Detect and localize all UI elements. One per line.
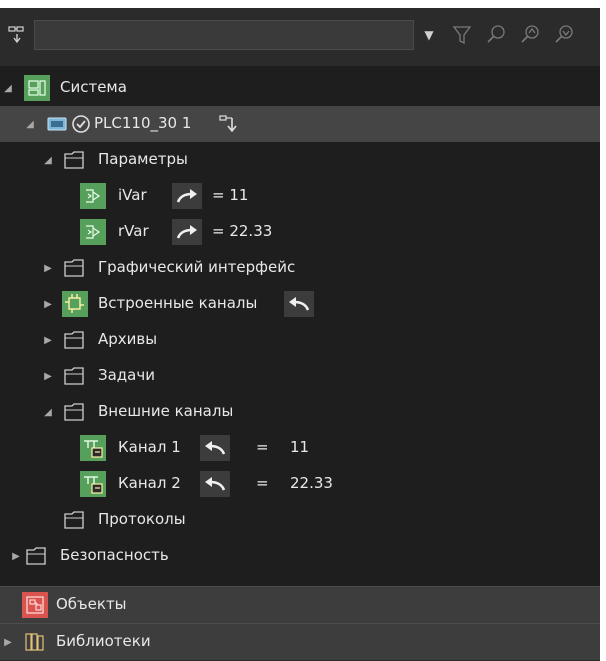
tree-label: Параметры bbox=[98, 150, 188, 168]
collapsed-arrow-icon[interactable]: ▶ bbox=[2, 636, 14, 648]
tree-label: Протоколы bbox=[98, 510, 186, 528]
tree-label: Система bbox=[60, 78, 127, 96]
equals-sign: = bbox=[256, 474, 269, 492]
tree-label: Графический интерфейс bbox=[98, 258, 296, 276]
folder-icon bbox=[62, 363, 88, 389]
toolbar: ▼ bbox=[0, 8, 600, 66]
search-input[interactable] bbox=[34, 20, 414, 50]
system-icon bbox=[24, 75, 50, 101]
channel-value: 11 bbox=[290, 438, 310, 456]
tree-label: Задачи bbox=[98, 366, 155, 384]
tree-row-channel-2[interactable]: Канал 2 = 22.33 bbox=[0, 466, 600, 502]
expanded-arrow-icon[interactable]: ◢ bbox=[42, 154, 54, 166]
collapsed-arrow-icon[interactable]: ▶ bbox=[42, 370, 54, 382]
bind-link-icon[interactable] bbox=[216, 111, 242, 137]
tree-label: Безопасность bbox=[60, 546, 169, 564]
hierarchy-icon[interactable] bbox=[4, 20, 30, 50]
chevron-down-icon[interactable]: ▼ bbox=[416, 20, 442, 50]
expanded-arrow-icon[interactable]: ◢ bbox=[42, 406, 54, 418]
tree-row-channel-1[interactable]: Канал 1 = 11 bbox=[0, 430, 600, 466]
section-objects[interactable]: Объекты bbox=[0, 587, 600, 623]
tree-row-archives[interactable]: ▶ Архивы bbox=[0, 322, 600, 358]
search-up-icon[interactable] bbox=[514, 20, 546, 50]
folder-icon bbox=[62, 255, 88, 281]
collapsed-arrow-icon[interactable]: ▶ bbox=[10, 550, 22, 562]
write-arrow-icon[interactable] bbox=[172, 183, 202, 209]
expanded-arrow-icon[interactable]: ◢ bbox=[24, 118, 36, 130]
tree-row-protocols[interactable]: Протоколы bbox=[0, 502, 600, 538]
section-label: Библиотеки bbox=[56, 632, 151, 650]
search-icon[interactable] bbox=[480, 20, 512, 50]
tree-label: Канал 1 bbox=[118, 438, 181, 456]
tree-row-ivar[interactable]: iVar = 11 bbox=[0, 178, 600, 214]
search-down-icon[interactable] bbox=[548, 20, 580, 50]
tree-label: Внешние каналы bbox=[98, 402, 234, 420]
builtin-channels-icon bbox=[62, 291, 88, 317]
channel-value: 22.33 bbox=[290, 474, 333, 492]
tree-label: Канал 2 bbox=[118, 474, 181, 492]
tree-label: iVar bbox=[118, 186, 147, 204]
section-libraries[interactable]: ▶ Библиотеки bbox=[0, 624, 600, 660]
tree-row-system[interactable]: ◢ Система bbox=[0, 70, 600, 106]
objects-icon bbox=[22, 592, 48, 618]
variable-icon bbox=[80, 183, 106, 209]
read-arrow-icon[interactable] bbox=[284, 291, 314, 317]
tree-row-graphic[interactable]: ▶ Графический интерфейс bbox=[0, 250, 600, 286]
channel-icon bbox=[80, 471, 106, 497]
tree-row-params[interactable]: ◢ Параметры bbox=[0, 142, 600, 178]
tree-label: Встроенные каналы bbox=[98, 294, 258, 312]
folder-icon bbox=[24, 543, 50, 569]
equals-sign: = bbox=[256, 438, 269, 456]
tree-row-security[interactable]: ▶ Безопасность bbox=[0, 538, 600, 574]
variable-value: = 22.33 bbox=[212, 222, 273, 240]
libraries-icon bbox=[22, 629, 48, 655]
project-tree: ◢ Система ◢ PLC110_30 1 ◢ Параметры iVar… bbox=[0, 66, 600, 586]
tree-row-rvar[interactable]: rVar = 22.33 bbox=[0, 214, 600, 250]
collapsed-arrow-icon[interactable]: ▶ bbox=[42, 334, 54, 346]
variable-icon bbox=[80, 219, 106, 245]
expanded-arrow-icon[interactable]: ◢ bbox=[2, 82, 14, 94]
collapsed-arrow-icon[interactable]: ▶ bbox=[42, 262, 54, 274]
filter-icon[interactable] bbox=[446, 20, 478, 50]
check-circle-icon bbox=[68, 111, 94, 137]
variable-value: = 11 bbox=[212, 186, 249, 204]
channel-icon bbox=[80, 435, 106, 461]
plc-device-icon bbox=[44, 111, 70, 137]
folder-icon bbox=[62, 147, 88, 173]
section-label: Объекты bbox=[56, 595, 127, 613]
read-arrow-icon[interactable] bbox=[200, 471, 230, 497]
read-arrow-icon[interactable] bbox=[200, 435, 230, 461]
tree-row-external[interactable]: ◢ Внешние каналы bbox=[0, 394, 600, 430]
folder-icon bbox=[62, 327, 88, 353]
collapsed-arrow-icon[interactable]: ▶ bbox=[42, 298, 54, 310]
folder-icon bbox=[62, 399, 88, 425]
tree-label: Архивы bbox=[98, 330, 158, 348]
tree-label: rVar bbox=[118, 222, 149, 240]
tree-row-builtin[interactable]: ▶ Встроенные каналы bbox=[0, 286, 600, 322]
tree-row-tasks[interactable]: ▶ Задачи bbox=[0, 358, 600, 394]
tree-row-plc[interactable]: ◢ PLC110_30 1 bbox=[0, 106, 600, 142]
project-tree-panel: ▼ ◢ Система ◢ PLC110_30 1 ◢ Параметры iV… bbox=[0, 8, 600, 661]
write-arrow-icon[interactable] bbox=[172, 219, 202, 245]
tree-label: PLC110_30 1 bbox=[94, 114, 192, 132]
folder-icon bbox=[62, 507, 88, 533]
